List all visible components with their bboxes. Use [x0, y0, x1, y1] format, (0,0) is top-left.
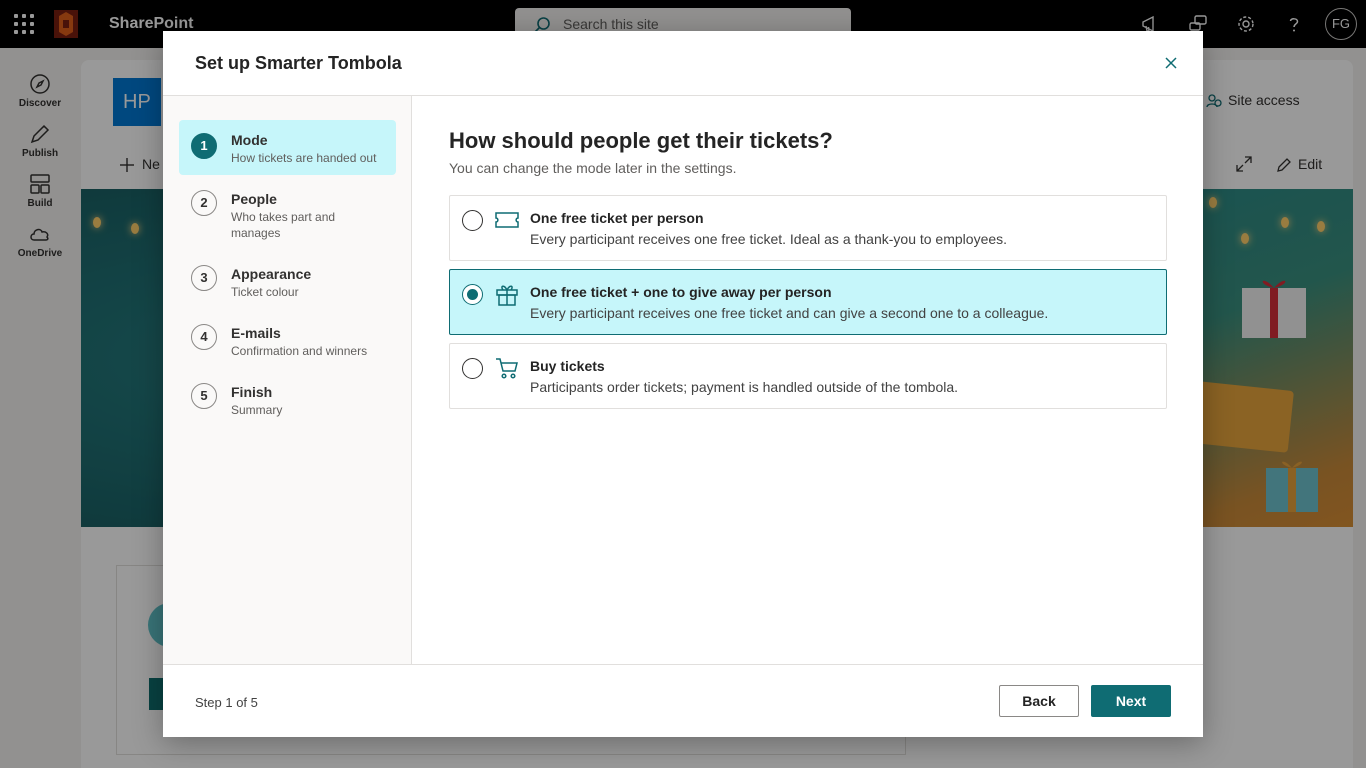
step-title: People: [231, 191, 277, 207]
step-subtitle: Confirmation and winners: [231, 344, 368, 358]
step-number: 5: [191, 383, 217, 409]
step-title: Appearance: [231, 266, 312, 282]
option-title: Buy tickets: [530, 358, 605, 374]
radio-button[interactable]: [462, 210, 483, 231]
option-description: Participants order tickets; payment is h…: [530, 379, 959, 395]
option-title: One free ticket + one to give away per p…: [530, 284, 832, 300]
question-heading: How should people get their tickets?: [449, 128, 833, 153]
setup-dialog: Set up Smarter Tombola 1 Mode How ticket…: [163, 31, 1203, 737]
next-button[interactable]: Next: [1091, 685, 1171, 717]
option-description: Every participant receives one free tick…: [530, 231, 1008, 247]
step-subtitle: Summary: [231, 403, 283, 417]
wizard-step-emails[interactable]: 4 E-mails Confirmation and winners: [179, 313, 396, 368]
step-title: Finish: [231, 384, 273, 400]
option-one-free-ticket[interactable]: One free ticket per person Every partici…: [449, 195, 1167, 261]
option-free-plus-giveaway[interactable]: One free ticket + one to give away per p…: [449, 269, 1167, 335]
step-counter: Step 1 of 5: [195, 695, 258, 710]
step-number: 4: [191, 324, 217, 350]
gift-icon: [496, 285, 518, 306]
wizard-content: How should people get their tickets? You…: [413, 96, 1203, 664]
wizard-steps-nav: 1 Mode How tickets are handed out 2 Peop…: [163, 96, 412, 664]
step-subtitle: Ticket colour: [231, 285, 299, 299]
step-title: Mode: [231, 132, 268, 148]
option-buy-tickets[interactable]: Buy tickets Participants order tickets; …: [449, 343, 1167, 409]
close-icon[interactable]: [1159, 51, 1183, 75]
wizard-step-mode[interactable]: 1 Mode How tickets are handed out: [179, 120, 396, 175]
radio-button[interactable]: [462, 358, 483, 379]
step-title: E-mails: [231, 325, 281, 341]
wizard-step-finish[interactable]: 5 Finish Summary: [179, 372, 396, 427]
wizard-step-appearance[interactable]: 3 Appearance Ticket colour: [179, 254, 396, 309]
step-number: 3: [191, 265, 217, 291]
step-number: 1: [191, 133, 217, 159]
dialog-title: Set up Smarter Tombola: [195, 53, 402, 73]
cart-icon: [496, 358, 518, 379]
wizard-step-people[interactable]: 2 People Who takes part and manages: [179, 179, 396, 249]
step-subtitle: How tickets are handed out: [231, 151, 377, 165]
radio-button[interactable]: [462, 284, 483, 305]
ticket-icon: [495, 212, 519, 228]
back-button[interactable]: Back: [999, 685, 1079, 717]
step-number: 2: [191, 190, 217, 216]
divider: [163, 664, 1203, 665]
step-subtitle: Who takes part and manages: [231, 210, 336, 240]
question-subtext: You can change the mode later in the set…: [449, 160, 737, 176]
option-title: One free ticket per person: [530, 210, 704, 226]
option-description: Every participant receives one free tick…: [530, 305, 1049, 321]
